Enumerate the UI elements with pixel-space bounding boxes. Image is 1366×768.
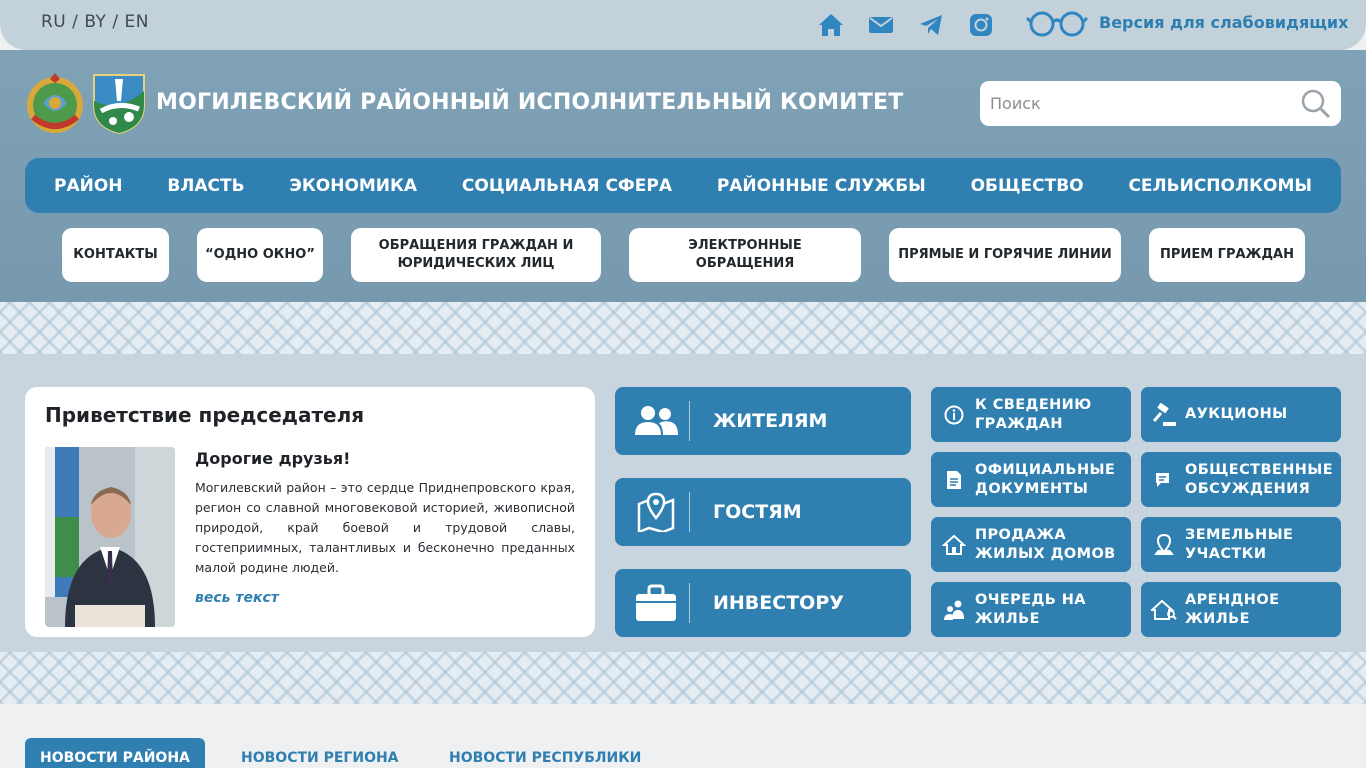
divider: [689, 583, 690, 623]
nav-raion[interactable]: РАЙОН: [54, 176, 123, 196]
read-more-link[interactable]: весь текст: [195, 590, 279, 606]
land-pin-icon: [1151, 532, 1177, 558]
main-navigation: РАЙОН ВЛАСТЬ ЭКОНОМИКА СОЦИАЛЬНАЯ СФЕРА …: [25, 158, 1341, 213]
land-plots-button[interactable]: ЗЕМЕЛЬНЫЕ УЧАСТКИ: [1141, 517, 1341, 572]
info-for-citizens-label: К СВЕДЕНИЮ ГРАЖДАН: [975, 397, 1092, 432]
investor-button[interactable]: ИНВЕСТОРУ: [615, 569, 911, 637]
lang-ru[interactable]: RU: [41, 12, 66, 32]
mogilev-district-coat-of-arms[interactable]: [91, 71, 147, 135]
auctions-label: АУКЦИОНЫ: [1185, 406, 1288, 422]
queue-icon: [941, 597, 967, 623]
info-icon: [941, 402, 967, 428]
nav-society[interactable]: ОБЩЕСТВО: [971, 176, 1084, 196]
house-sale-icon: [941, 532, 967, 558]
chairman-photo: [45, 447, 175, 627]
investor-label: ИНВЕСТОРУ: [713, 592, 844, 614]
residents-button[interactable]: ЖИТЕЛЯМ: [615, 387, 911, 455]
tab-republic-news[interactable]: НОВОСТИ РЕСПУБЛИКИ: [449, 738, 641, 768]
rental-housing-button[interactable]: АРЕНДНОЕ ЖИЛЬЕ: [1141, 582, 1341, 637]
visually-impaired-link[interactable]: Версия для слабовидящих: [1099, 13, 1348, 32]
house-sale-button[interactable]: ПРОДАЖА ЖИЛЫХ ДОМОВ: [931, 517, 1131, 572]
document-icon: [941, 467, 967, 493]
rent-house-icon: [1151, 597, 1177, 623]
chat-icon: [1151, 467, 1177, 493]
search-icon[interactable]: [1301, 89, 1331, 119]
lang-en[interactable]: EN: [124, 12, 148, 32]
divider: [689, 401, 690, 441]
tab-district-news[interactable]: НОВОСТИ РАЙОНА: [25, 738, 205, 768]
lang-separator: /: [106, 12, 125, 32]
official-documents-button[interactable]: ОФИЦИАЛЬНЫЕ ДОКУМЕНТЫ: [931, 452, 1131, 507]
language-switcher: RU / BY / EN: [41, 12, 149, 32]
instagram-icon[interactable]: [968, 12, 994, 38]
divider: [689, 492, 690, 532]
ornament-band: [0, 302, 1366, 354]
nav-services[interactable]: РАЙОННЫЕ СЛУЖБЫ: [717, 176, 926, 196]
glasses-icon[interactable]: [1025, 10, 1089, 38]
quick-link-one-window[interactable]: “ОДНО ОКНО”: [197, 228, 323, 282]
info-for-citizens-button[interactable]: К СВЕДЕНИЮ ГРАЖДАН: [931, 387, 1131, 442]
telegram-icon[interactable]: [918, 12, 944, 38]
guests-label: ГОСТЯМ: [713, 501, 802, 523]
quick-link-appeals[interactable]: ОБРАЩЕНИЯ ГРАЖДАН И ЮРИДИЧЕСКИХ ЛИЦ: [351, 228, 601, 282]
quick-link-e-appeals[interactable]: ЭЛЕКТРОННЫЕ ОБРАЩЕНИЯ: [629, 228, 861, 282]
lang-by[interactable]: BY: [84, 12, 106, 32]
housing-queue-button[interactable]: ОЧЕРЕДЬ НА ЖИЛЬЕ: [931, 582, 1131, 637]
briefcase-icon: [633, 583, 679, 623]
nav-social[interactable]: СОЦИАЛЬНАЯ СФЕРА: [462, 176, 672, 196]
auctions-button[interactable]: АУКЦИОНЫ: [1141, 387, 1341, 442]
mail-icon[interactable]: [868, 12, 894, 38]
lang-separator: /: [66, 12, 85, 32]
quick-link-hotlines[interactable]: ПРЯМЫЕ И ГОРЯЧИЕ ЛИНИИ: [889, 228, 1121, 282]
home-icon[interactable]: [818, 12, 844, 38]
search-box: [980, 81, 1341, 126]
nav-village-councils[interactable]: СЕЛЬИСПОЛКОМЫ: [1128, 176, 1312, 196]
map-pin-icon: [633, 492, 679, 532]
public-discussions-label: ОБЩЕСТВЕННЫЕ ОБСУЖДЕНИЯ: [1185, 462, 1333, 497]
official-documents-label: ОФИЦИАЛЬНЫЕ ДОКУМЕНТЫ: [975, 462, 1116, 497]
housing-queue-label: ОЧЕРЕДЬ НА ЖИЛЬЕ: [975, 592, 1086, 627]
greeting-salutation: Дорогие друзья!: [195, 449, 351, 468]
nav-vlast[interactable]: ВЛАСТЬ: [167, 176, 244, 196]
chairman-greeting-card: Приветствие председателя Дорогие друзья!…: [25, 387, 595, 637]
rental-housing-label: АРЕНДНОЕ ЖИЛЬЕ: [1185, 592, 1280, 627]
search-input[interactable]: [990, 92, 1290, 114]
site-title[interactable]: МОГИЛЕВСКИЙ РАЙОННЫЙ ИСПОЛНИТЕЛЬНЫЙ КОМИ…: [156, 90, 903, 115]
greeting-text: Могилевский район – это сердце Приднепро…: [195, 480, 575, 575]
guests-button[interactable]: ГОСТЯМ: [615, 478, 911, 546]
house-sale-label: ПРОДАЖА ЖИЛЫХ ДОМОВ: [975, 527, 1116, 562]
residents-label: ЖИТЕЛЯМ: [713, 410, 828, 432]
public-discussions-button[interactable]: ОБЩЕСТВЕННЫЕ ОБСУЖДЕНИЯ: [1141, 452, 1341, 507]
ornament-band: [0, 652, 1366, 704]
news-section: [0, 704, 1366, 768]
land-plots-label: ЗЕМЕЛЬНЫЕ УЧАСТКИ: [1185, 527, 1294, 562]
gavel-icon: [1151, 402, 1177, 428]
greeting-title[interactable]: Приветствие председателя: [45, 403, 364, 427]
quick-link-reception[interactable]: ПРИЕМ ГРАЖДАН: [1149, 228, 1305, 282]
tab-region-news[interactable]: НОВОСТИ РЕГИОНА: [241, 738, 399, 768]
nav-ekonomika[interactable]: ЭКОНОМИКА: [289, 176, 417, 196]
belarus-emblem-logo[interactable]: [25, 73, 85, 135]
quick-link-contacts[interactable]: КОНТАКТЫ: [62, 228, 169, 282]
people-icon: [633, 401, 679, 441]
